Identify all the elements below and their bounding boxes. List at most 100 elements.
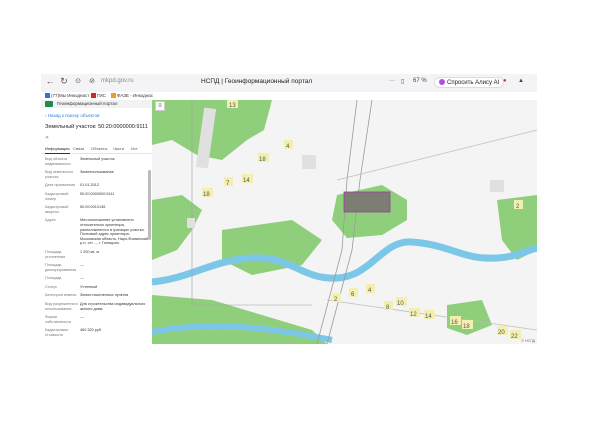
attribute-value: 50:20:0010136 xyxy=(80,205,106,210)
attribute-row: Кадастровый квартал 50:20:0010136 xyxy=(45,205,148,214)
tab-info[interactable]: Информация xyxy=(45,146,70,154)
bookmark-label: ГИС xyxy=(97,93,106,98)
attribute-key: Площадь xyxy=(45,276,62,281)
map-attribution: © НСПД xyxy=(521,339,535,343)
house-number: 18 xyxy=(463,324,470,330)
attribute-key: Адрес xyxy=(45,218,56,223)
attribute-key: Статус xyxy=(45,284,58,289)
object-info-panel: Геоинформационный портал ‹ Назад к поиск… xyxy=(41,100,153,344)
bookmark-favicon-icon xyxy=(111,93,116,98)
attribute-key: Дата присвоения xyxy=(45,183,76,188)
house-number: 12 xyxy=(410,312,417,318)
attribute-row: Вид земельного участка Землепользование xyxy=(45,170,148,179)
bookmark-favicon-icon xyxy=(45,93,50,98)
attribute-value: Для строительства индивидуального жилого… xyxy=(80,302,146,311)
bookmark-label: (77)Мы Инкоднаст xyxy=(51,93,90,98)
attribute-value: Земельный участок xyxy=(80,157,115,161)
url-field[interactable]: mkpd.gov.ru xyxy=(101,78,134,84)
back-icon[interactable]: ← xyxy=(43,76,57,86)
bookmark-icon[interactable]: ▯ xyxy=(401,78,404,85)
map-view[interactable]: 13 4 18 14 7 18 2 2 6 4 8 10 12 14 16 18… xyxy=(152,100,537,344)
tab-parts[interactable]: Части xyxy=(113,146,124,151)
refresh-icon[interactable]: ↻ xyxy=(57,76,71,87)
house-number: 18 xyxy=(259,157,266,163)
attribute-key: Кадастровый номер xyxy=(45,191,69,201)
attribute-value: Учтенный xyxy=(80,284,98,289)
lock-icon: ⊘ xyxy=(89,78,95,85)
attribute-value: Местоположение установлено относительно … xyxy=(80,218,149,246)
attribute-row: Вид объекта недвижимости Земельный участо… xyxy=(45,157,148,166)
attribute-key: Площадь декларированная xyxy=(45,263,77,272)
menu-dots-icon[interactable]: ··· xyxy=(389,78,395,84)
alice-icon xyxy=(439,79,445,85)
building xyxy=(302,155,316,169)
attribute-row: Вид разрешенного использования Для строит… xyxy=(45,302,148,311)
nspd-logo-icon xyxy=(45,101,53,107)
attribute-key: Форма собственности xyxy=(45,315,71,324)
building xyxy=(490,180,504,192)
page-title: НСПД | Геоинформационный портал xyxy=(201,78,313,85)
tab-links[interactable]: Связи xyxy=(73,146,84,151)
building xyxy=(187,218,195,228)
bookmark-label: ФАЗЕ - Инкоднас xyxy=(117,93,153,98)
bookmark-favicon-icon xyxy=(91,93,96,98)
bookmark-item[interactable]: ФАЗЕ - Инкоднас xyxy=(111,93,153,98)
bookmark-item[interactable]: (77)Мы Инкоднаст xyxy=(45,93,89,98)
alice-button[interactable]: Спросить Алису AI xyxy=(434,77,505,88)
house-number: 16 xyxy=(451,320,458,326)
attribute-key: Категория земель xyxy=(45,293,77,298)
browser-window: ← ↻ ⊙ ⊘ mkpd.gov.ru НСПД | Геоинформацио… xyxy=(41,74,537,344)
house-number: 14 xyxy=(243,178,250,184)
attribute-row: Кадастровая стоимость 460 320 руб. xyxy=(45,328,148,337)
close-icon[interactable]: ✕ xyxy=(45,135,152,141)
attribute-row: Площадь — xyxy=(45,276,148,281)
layers-button[interactable]: ≡ xyxy=(155,101,165,111)
profile-icon[interactable]: ▲ xyxy=(518,78,524,84)
house-number: 20 xyxy=(498,330,505,336)
attribute-key: Вид земельного участка xyxy=(45,170,74,179)
attribute-row: Адрес Местоположение установлено относите… xyxy=(45,218,148,246)
attribute-value: Землепользование xyxy=(80,170,114,175)
attribute-row: Форма собственности — xyxy=(45,315,148,324)
house-number: 18 xyxy=(203,192,210,198)
bookmarks-bar: (77)Мы Инкоднаст ГИС ФАЗЕ - Инкоднас xyxy=(41,92,537,100)
panel-scrollbar[interactable] xyxy=(148,170,151,240)
attribute-value: — xyxy=(80,276,84,281)
attribute-value: 01.01.2012 xyxy=(80,183,100,188)
attribute-value: Земли населенных пунктов xyxy=(80,293,129,298)
selected-parcel[interactable] xyxy=(343,191,391,213)
attribute-value: — xyxy=(80,315,84,320)
house-number: 22 xyxy=(511,334,518,340)
zoom-indicator[interactable]: 67 % xyxy=(413,78,427,84)
bookmark-item[interactable]: ГИС xyxy=(91,93,106,98)
panel-tabs: Информация Связи Объекты Части Ист xyxy=(41,145,152,154)
notification-icon[interactable]: ● xyxy=(503,78,507,84)
attribute-row: Категория земель Земли населенных пунктов xyxy=(45,293,148,298)
attribute-row: Статус Учтенный xyxy=(45,285,148,290)
tab-history[interactable]: Ист xyxy=(131,146,138,151)
attribute-row: Кадастровый номер 50:20:0000000:9111 xyxy=(45,192,148,201)
map-canvas[interactable]: 13 4 18 14 7 18 2 2 6 4 8 10 12 14 16 18… xyxy=(152,100,537,344)
parcel-title: Земельный участок: 50:20:0000000:9111 xyxy=(45,124,148,130)
attribute-row: Площадь уточненная 1 200 кв. м xyxy=(45,250,148,259)
back-link-label: Назад к поиску объектов xyxy=(47,113,100,118)
attribute-row: Дата присвоения 01.01.2012 xyxy=(45,183,148,188)
attribute-key: Кадастровая стоимость xyxy=(45,328,68,338)
tab-objects[interactable]: Объекты xyxy=(91,146,108,151)
house-number: 13 xyxy=(229,103,236,109)
browser-toolbar: ← ↻ ⊙ ⊘ mkpd.gov.ru НСПД | Геоинформацио… xyxy=(41,74,537,92)
attribute-list: Вид объекта недвижимости Земельный участо… xyxy=(41,154,152,338)
attribute-value: — xyxy=(80,263,84,268)
back-to-search-link[interactable]: ‹ Назад к поиску объектов xyxy=(45,113,152,118)
alice-label: Спросить Алису AI xyxy=(447,80,500,86)
attribute-key: Площадь уточненная xyxy=(45,249,66,259)
shield-icon: ⊙ xyxy=(75,78,81,85)
attribute-value: 460 320 руб. xyxy=(80,328,103,333)
panel-header: Геоинформационный портал xyxy=(41,100,152,108)
attribute-key: Кадастровый квартал xyxy=(45,205,69,214)
attribute-key: Вид объекта недвижимости xyxy=(45,157,71,166)
attribute-row: Площадь декларированная — xyxy=(45,263,148,272)
panel-header-title: Геоинформационный портал xyxy=(57,101,118,106)
attribute-value: 50:20:0000000:9111 xyxy=(80,191,115,196)
attribute-key: Вид разрешенного использования xyxy=(45,302,78,311)
